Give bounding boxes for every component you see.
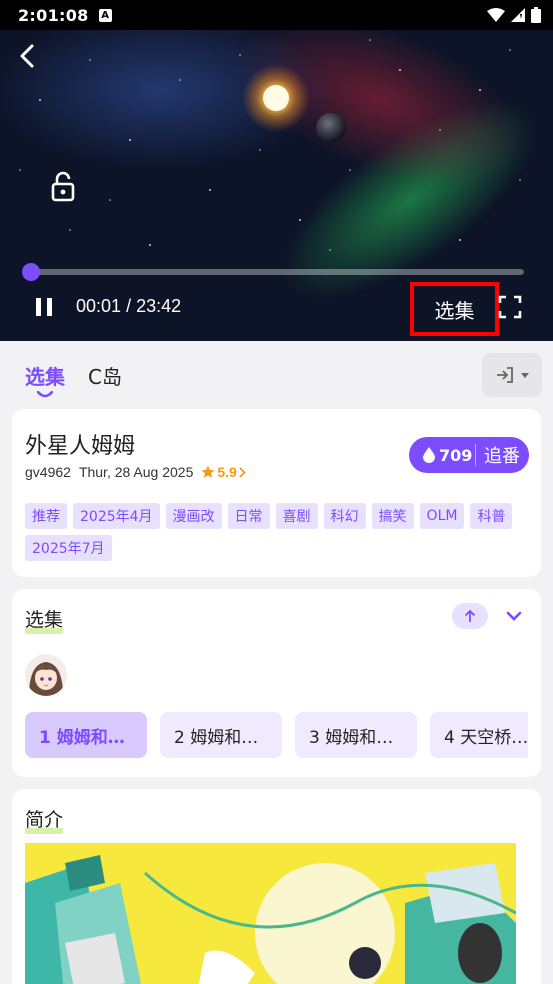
signal-icon — [511, 8, 525, 22]
anime-date: Thur, 28 Aug 2025 — [78, 464, 194, 480]
video-player[interactable]: 00:01 / 23:42 选集 — [0, 30, 553, 341]
rating-value: 5.9 — [217, 464, 237, 480]
star-icon — [201, 465, 215, 478]
episodes-button[interactable]: 选集 — [410, 282, 499, 336]
episode-list: 1 姆姆和… 2 姆姆和… 3 姆姆和… 4 天空桥… — [25, 712, 528, 758]
chevron-down-icon — [521, 372, 529, 378]
unlock-icon[interactable] — [48, 170, 78, 202]
intro-section-title: 简介 — [25, 805, 64, 834]
battery-icon — [531, 7, 541, 23]
episode-chip[interactable]: 1 姆姆和… — [25, 712, 147, 758]
episodes-section-title: 选集 — [25, 605, 64, 634]
follow-count-value: 709 — [439, 445, 473, 465]
notification-a-icon: A — [98, 8, 112, 22]
pause-icon[interactable] — [34, 296, 54, 318]
tag[interactable]: 漫画改 — [165, 503, 222, 529]
seek-bar[interactable] — [24, 269, 524, 275]
tab-c-island[interactable]: C岛 — [88, 361, 122, 390]
follow-button[interactable]: 709 追番 — [409, 437, 529, 473]
episodes-section-label: 选集 — [25, 609, 64, 631]
drop-icon — [423, 447, 435, 463]
intro-section-label: 简介 — [25, 809, 64, 831]
status-bar: 2:01:08 A — [0, 0, 553, 30]
anime-title: 外星人姆姆 — [25, 434, 136, 459]
rating[interactable]: 5.9 — [201, 464, 246, 480]
status-time: 2:01:08 — [18, 5, 89, 25]
tag[interactable]: OLM — [419, 503, 465, 529]
tab-episodes-label: 选集 — [25, 365, 65, 389]
avatar-image — [25, 654, 67, 696]
login-arrow-icon — [497, 367, 513, 383]
tab-active-indicator — [37, 391, 53, 398]
tag[interactable]: 推荐 — [25, 503, 67, 529]
tag[interactable]: 2025年4月 — [73, 503, 160, 529]
time-separator: / — [126, 296, 132, 316]
tab-c-island-label: C岛 — [88, 365, 122, 389]
avatar[interactable] — [25, 654, 67, 696]
send-danmaku-button[interactable] — [482, 353, 542, 397]
chevron-right-icon — [239, 466, 246, 478]
current-time: 00:01 — [76, 296, 122, 316]
tag[interactable]: 2025年7月 — [25, 535, 112, 561]
tag[interactable]: 搞笑 — [371, 503, 414, 529]
poster-artwork — [25, 843, 516, 984]
chevron-down-icon[interactable] — [502, 605, 526, 627]
intro-card: 简介 — [12, 789, 541, 984]
playback-time: 00:01 / 23:42 — [76, 296, 181, 317]
tag[interactable]: 日常 — [227, 503, 270, 529]
episode-chip[interactable]: 3 姆姆和… — [295, 712, 417, 758]
arrow-up-icon — [464, 609, 476, 622]
content-tabs: 选集 C岛 — [0, 341, 553, 409]
fullscreen-icon[interactable] — [498, 295, 522, 319]
tag[interactable]: 科幻 — [323, 503, 366, 529]
follow-label: 追番 — [484, 446, 520, 467]
duration: 23:42 — [136, 296, 182, 316]
status-icons — [487, 7, 541, 23]
seek-thumb[interactable] — [22, 263, 40, 281]
back-icon[interactable] — [14, 42, 42, 70]
anime-id: gv4962 — [25, 464, 71, 480]
wifi-icon — [487, 8, 505, 22]
episode-chip[interactable]: 4 天空桥… — [430, 712, 528, 758]
poster-image — [25, 843, 516, 984]
episode-chip[interactable]: 2 姆姆和… — [160, 712, 282, 758]
sort-button[interactable] — [452, 603, 488, 629]
anime-meta: gv4962 Thur, 28 Aug 2025 5.9 — [25, 464, 246, 480]
anime-info-card: 外星人姆姆 gv4962 Thur, 28 Aug 2025 5.9 709 追… — [12, 409, 541, 577]
follow-count: 709 — [409, 446, 475, 465]
episodes-card: 选集 1 姆姆和… 2 姆姆和… 3 姆姆和… 4 天空桥… — [12, 589, 541, 777]
tab-episodes[interactable]: 选集 — [25, 361, 65, 398]
tag[interactable]: 科普 — [470, 503, 513, 529]
tag[interactable]: 喜剧 — [275, 503, 318, 529]
tag-list: 推荐 2025年4月 漫画改 日常 喜剧 科幻 搞笑 OLM 科普 2025年7… — [25, 503, 525, 561]
